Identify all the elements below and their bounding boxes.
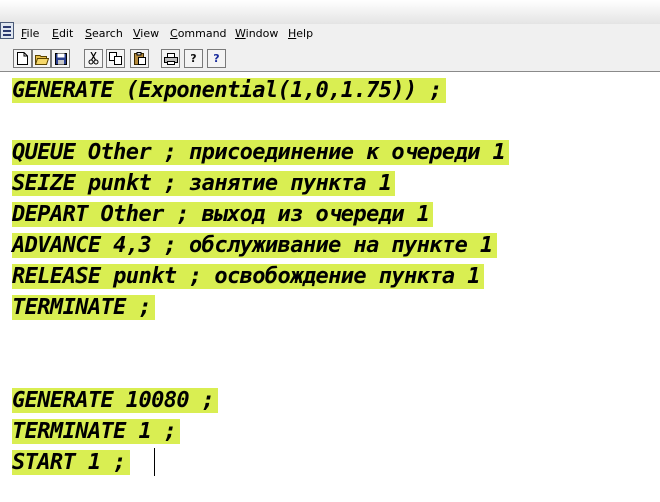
code-line-text: RELEASE punkt ; освобождение пункта 1 [12, 264, 484, 289]
code-line-4[interactable]: SEIZE punkt ; занятие пункта 1 [12, 171, 396, 197]
code-line-12[interactable]: GENERATE 10080 ; [12, 388, 219, 414]
save-disk-icon [54, 52, 67, 65]
code-line-text: SEIZE punkt ; занятие пункта 1 [12, 171, 396, 196]
menu-command[interactable]: Command [170, 27, 227, 41]
code-line-text: TERMINATE ; [12, 295, 156, 320]
code-line-3[interactable]: QUEUE Other ; присоединение к очереди 1 [12, 140, 510, 166]
code-line-text: QUEUE Other ; присоединение к очереди 1 [12, 140, 510, 165]
code-line-text: GENERATE 10080 ; [12, 388, 219, 413]
cut-button[interactable] [84, 49, 103, 68]
new-document-icon [17, 52, 28, 65]
code-line-5[interactable]: DEPART Other ; выход из очереди 1 [12, 202, 434, 228]
menu-window[interactable]: Window [235, 27, 278, 41]
copy-button[interactable] [106, 49, 125, 68]
code-line-text: ADVANCE 4,3 ; обслуживание на пункте 1 [12, 233, 497, 258]
context-help-button[interactable]: ? [207, 49, 226, 68]
code-line-text: TERMINATE 1 ; [12, 419, 181, 444]
code-line-text: DEPART Other ; выход из очереди 1 [12, 202, 434, 227]
menu-view[interactable]: View [133, 27, 159, 41]
menu-edit[interactable]: Edit [52, 27, 73, 41]
help-button[interactable]: ? [184, 49, 203, 68]
help-icon: ? [190, 52, 197, 65]
text-caret [154, 448, 155, 476]
menu-search[interactable]: Search [85, 27, 123, 41]
cut-scissors-icon [88, 52, 99, 65]
copy-icon [109, 52, 122, 65]
app-icon[interactable] [0, 22, 14, 39]
open-folder-icon [34, 54, 49, 65]
code-line-text: GENERATE (Exponential(1,0,1.75)) ; [12, 78, 446, 103]
code-line-1[interactable]: GENERATE (Exponential(1,0,1.75)) ; [12, 78, 446, 104]
code-line-6[interactable]: ADVANCE 4,3 ; обслуживание на пункте 1 [12, 233, 497, 259]
menu-help[interactable]: Help [288, 27, 313, 41]
title-bar [0, 0, 660, 24]
code-line-14[interactable]: START 1 ; [12, 450, 130, 476]
code-line-8[interactable]: TERMINATE ; [12, 295, 156, 321]
menu-file[interactable]: File [21, 27, 39, 41]
context-help-icon: ? [213, 52, 220, 65]
paste-icon [133, 52, 146, 65]
open-button[interactable] [32, 49, 51, 68]
code-line-7[interactable]: RELEASE punkt ; освобождение пункта 1 [12, 264, 484, 290]
paste-button[interactable] [130, 49, 149, 68]
save-button[interactable] [51, 49, 70, 68]
print-button[interactable] [161, 49, 180, 68]
code-line-text: START 1 ; [12, 450, 130, 475]
code-line-13[interactable]: TERMINATE 1 ; [12, 419, 181, 445]
new-button[interactable] [13, 49, 32, 68]
print-icon [163, 52, 178, 65]
